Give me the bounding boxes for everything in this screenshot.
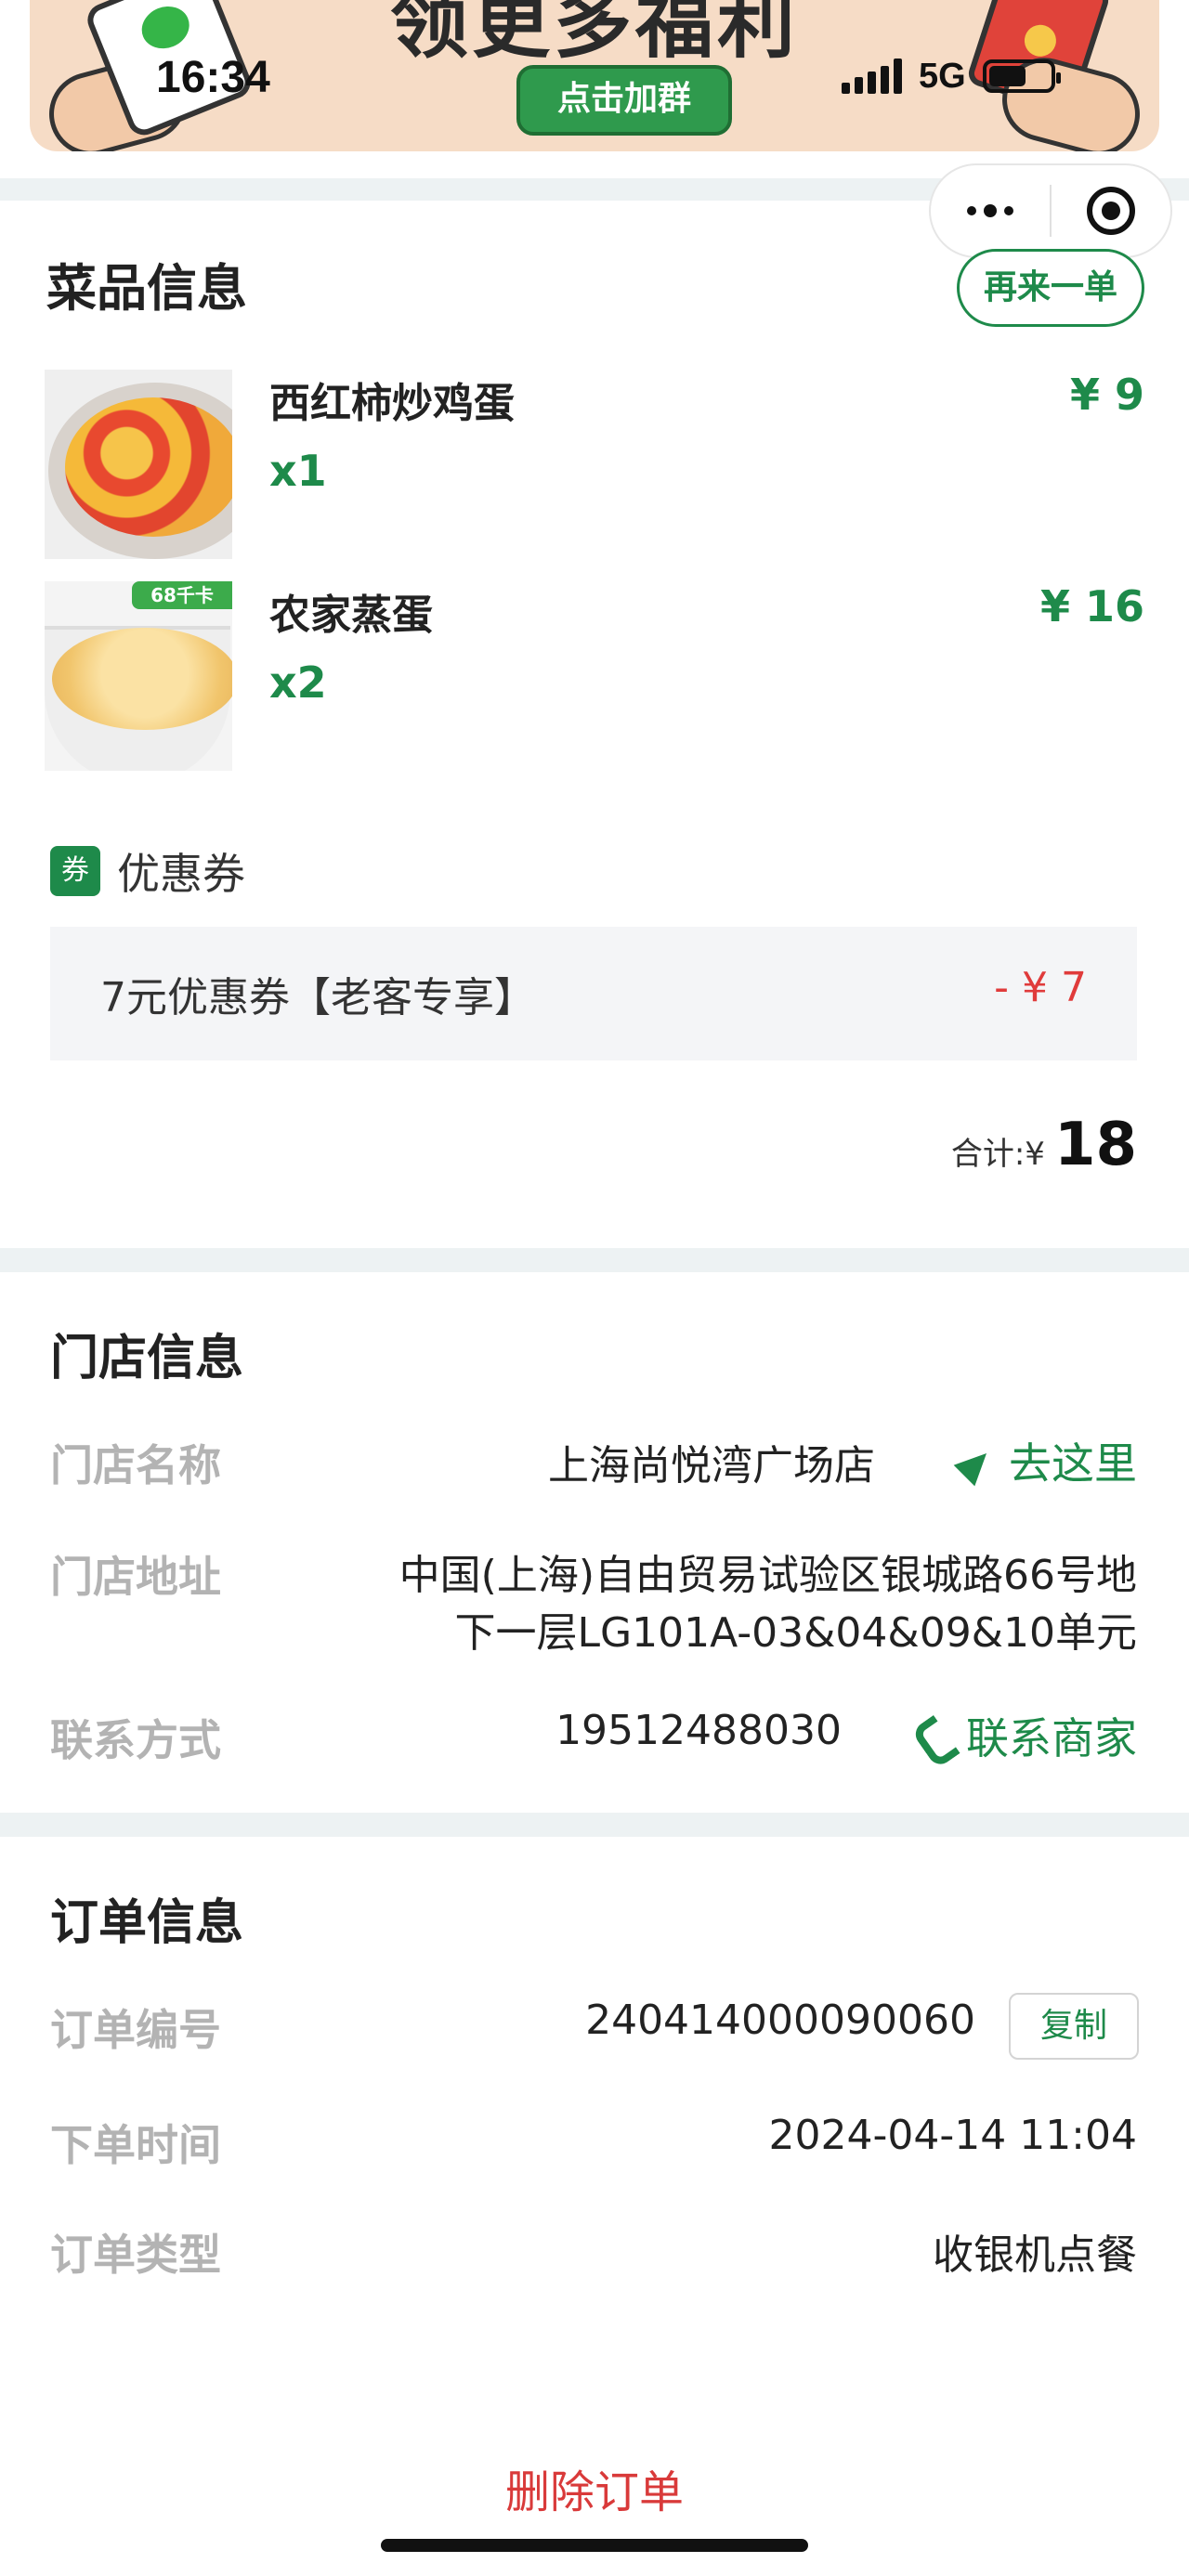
section-divider <box>0 1813 1189 1837</box>
copy-button[interactable]: 复制 <box>1009 1993 1139 2060</box>
coupon-header: 券 优惠券 <box>50 843 245 899</box>
dish-qty: x2 <box>269 657 327 708</box>
more-dots-icon[interactable] <box>931 165 1050 256</box>
home-indicator[interactable] <box>381 2539 808 2552</box>
order-time-label: 下单时间 <box>50 2120 221 2170</box>
order-number-label: 订单编号 <box>50 2005 221 2055</box>
navigate-button[interactable]: 去这里 <box>959 1430 1137 1491</box>
total-currency: ¥ <box>1025 1136 1045 1173</box>
total-label: 合计: <box>950 1136 1026 1173</box>
tomato-egg-image <box>45 370 232 559</box>
store-address-line1: 中国(上海)自由贸易试验区银城路66号地 <box>399 1552 1137 1599</box>
order-total: 合计: ¥ 18 <box>951 1111 1137 1179</box>
coupon-row: 7元优惠券【老客专享】 - ¥ 7 <box>50 927 1137 1060</box>
coupon-label: 优惠券 <box>117 849 245 899</box>
total-value: 18 <box>1053 1111 1137 1179</box>
steamed-egg-image: 68千卡 <box>45 581 232 771</box>
contact-phone: 19512488030 <box>555 1707 842 1754</box>
order-type-label: 订单类型 <box>50 2230 221 2280</box>
dish-item: 68千卡 农家蒸蛋 x2 ¥ 16 <box>45 581 1144 771</box>
coupon-tag-icon: 券 <box>50 846 100 896</box>
call-merchant-button[interactable]: 联系商家 <box>920 1705 1137 1766</box>
order-time-value: 2024-04-14 11:04 <box>768 2112 1138 2159</box>
status-time: 16:34 <box>156 53 270 102</box>
network-type: 5G <box>919 56 966 96</box>
join-group-button[interactable]: 点击加群 <box>516 65 732 136</box>
section-title-store: 门店信息 <box>50 1331 244 1386</box>
order-type-value: 收银机点餐 <box>933 2231 1137 2279</box>
calorie-badge: 68千卡 <box>132 581 232 609</box>
signal-bars-icon <box>842 59 902 94</box>
store-address-label: 门店地址 <box>50 1552 221 1602</box>
section-title-dishes: 菜品信息 <box>46 259 247 318</box>
dish-qty: x1 <box>269 446 327 496</box>
section-divider <box>0 1248 1189 1272</box>
reorder-button[interactable]: 再来一单 <box>957 249 1144 327</box>
dish-item: 西红柿炒鸡蛋 x1 ¥ 9 <box>45 370 1144 559</box>
dish-price: ¥ 16 <box>1039 581 1144 631</box>
phone-icon <box>920 1719 947 1752</box>
order-number-value: 240414000090060 <box>585 1997 975 2044</box>
delete-order-button[interactable]: 删除订单 <box>0 2455 1189 2520</box>
battery-icon <box>982 59 1061 93</box>
coupon-name: 7元优惠券【老客专享】 <box>100 974 535 1021</box>
call-merchant-label: 联系商家 <box>966 1713 1137 1763</box>
contact-label: 联系方式 <box>50 1715 221 1765</box>
dish-name: 西红柿炒鸡蛋 <box>269 380 515 427</box>
store-name-label: 门店名称 <box>50 1440 221 1490</box>
navigation-arrow-icon <box>959 1445 990 1477</box>
section-title-order: 订单信息 <box>50 1895 244 1951</box>
target-close-icon[interactable] <box>1052 165 1170 256</box>
dish-price: ¥ 9 <box>1069 370 1144 420</box>
store-name-value: 上海尚悦湾广场店 <box>548 1442 875 1490</box>
store-address-line2: 下一层LG101A-03&04&09&10单元 <box>454 1609 1138 1657</box>
status-indicators: 5G <box>842 56 1061 96</box>
miniprogram-capsule <box>929 163 1172 258</box>
navigate-label: 去这里 <box>1009 1438 1137 1489</box>
coupon-amount: - ¥ 7 <box>994 964 1087 1011</box>
dish-name: 农家蒸蛋 <box>269 592 433 639</box>
